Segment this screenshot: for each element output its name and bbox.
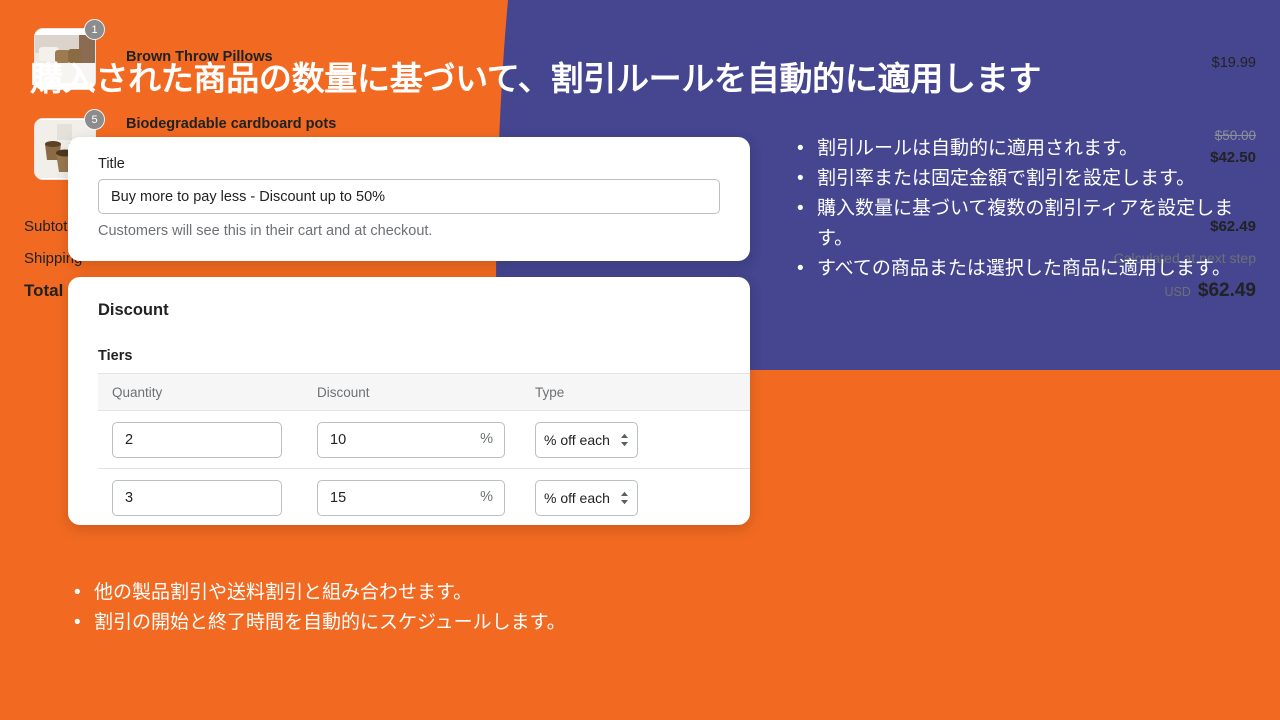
tier-discount-cell: %	[317, 421, 535, 458]
tier-2-type-value: % off each	[544, 489, 610, 506]
feature-list-blue: 割引ルールは自動的に適用されます。 割引率または固定金額で割引を設定します。 購…	[795, 134, 1255, 284]
discount-section-heading: Discount	[98, 301, 169, 319]
list-item: 購入数量に基づいて複数の割引ティアを設定します。	[795, 194, 1255, 254]
tier-1-type-value: % off each	[544, 431, 610, 448]
title-help-text: Customers will see this in their cart an…	[98, 223, 433, 239]
discount-title-input[interactable]	[98, 179, 720, 214]
tier-1-quantity-input[interactable]	[112, 421, 282, 458]
select-updown-icon	[620, 433, 629, 447]
tier-discount-cell: %	[317, 479, 535, 516]
cart-item-2-name: Biodegradable cardboard pots	[126, 116, 337, 132]
cart-item-2-quantity-badge: 5	[84, 109, 105, 130]
table-row: % % off each	[98, 411, 750, 469]
tier-2-type-select[interactable]: % off each	[535, 479, 638, 516]
title-card: Title Customers will see this in their c…	[68, 137, 750, 261]
tier-2-quantity-input[interactable]	[112, 479, 282, 516]
tier-type-cell: % off each	[535, 421, 715, 458]
list-item: 割引の開始と終了時間を自動的にスケジュールします。	[72, 608, 682, 638]
list-item: 他の製品割引や送料割引と組み合わせます。	[72, 578, 682, 608]
tier-quantity-cell	[112, 479, 317, 516]
list-item: すべての商品または選択した商品に適用します。	[795, 254, 1255, 284]
tiers-label: Tiers	[98, 348, 133, 364]
tiers-table: Quantity Discount Type % % off each	[98, 373, 750, 525]
list-item: 割引率または固定金額で割引を設定します。	[795, 164, 1255, 194]
feature-list-orange: 他の製品割引や送料割引と組み合わせます。 割引の開始と終了時間を自動的にスケジュ…	[72, 578, 682, 638]
tiers-table-header-row: Quantity Discount Type	[98, 373, 750, 411]
table-row: % % off each	[98, 469, 750, 525]
tier-1-type-select[interactable]: % off each	[535, 421, 638, 458]
title-field-label: Title	[98, 156, 125, 172]
list-item: 割引ルールは自動的に適用されます。	[795, 134, 1255, 164]
tier-2-discount-input[interactable]	[317, 479, 505, 516]
page-title: 購入された商品の数量に基づいて、割引ルールを自動的に適用します	[30, 60, 1042, 98]
tier-type-cell: % off each	[535, 479, 715, 516]
tier-quantity-cell	[112, 421, 317, 458]
discount-card: Discount Tiers Quantity Discount Type % …	[68, 277, 750, 525]
select-updown-icon	[620, 491, 629, 505]
total-label: Total	[24, 281, 64, 300]
column-header-discount: Discount	[317, 384, 370, 400]
cart-item-1-quantity-badge: 1	[84, 19, 105, 40]
tier-1-discount-input[interactable]	[317, 421, 505, 458]
column-header-quantity: Quantity	[112, 384, 163, 400]
column-header-type: Type	[535, 384, 565, 400]
